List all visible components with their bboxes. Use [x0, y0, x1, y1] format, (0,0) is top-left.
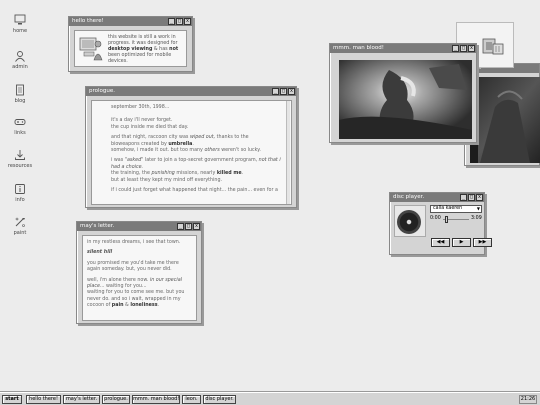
prologue-paragraph: if i could just forget what happened tha… — [111, 188, 278, 194]
info-icon — [15, 184, 25, 194]
prologue-window[interactable]: prologue. _ □ x september 30th, 1998... … — [85, 86, 297, 208]
letter-line: in my restless dreams, i see that town. — [87, 240, 181, 245]
prologue-titlebar[interactable]: prologue. _ □ x — [86, 87, 296, 96]
hello-content: this website is still a work in progress… — [74, 30, 187, 67]
desktop-icon-admin[interactable]: admin — [4, 50, 36, 70]
desktop-icon-label: blog — [14, 98, 26, 104]
hello-window[interactable]: hello there! _ □ x this website is still… — [68, 16, 193, 72]
seek-track[interactable] — [443, 216, 469, 223]
letter-titlebar[interactable]: may's letter. _ □ x — [77, 222, 201, 231]
prologue-paragraph: i was "asked" later to join a top-secret… — [111, 158, 281, 183]
person-icon — [15, 51, 25, 62]
desktop-icon-resources[interactable]: resources — [4, 149, 36, 169]
letter-window[interactable]: may's letter. _ □ x in my restless dream… — [76, 221, 202, 324]
prologue-date: september 30th, 1998... — [111, 105, 170, 110]
desktop-icon-blog[interactable]: blog — [4, 84, 36, 104]
desktop-icon-paint[interactable]: paint — [4, 216, 36, 236]
close-button[interactable]: x — [476, 194, 483, 201]
minimize-button[interactable]: _ — [177, 223, 184, 230]
window-title: disc player. — [393, 194, 425, 200]
blood-titlebar[interactable]: mmm. man blood! _ □ x — [330, 44, 476, 53]
taskbar-item-leon[interactable]: leon. — [182, 395, 201, 404]
computer-icon — [14, 14, 26, 25]
maximize-button[interactable]: □ — [280, 88, 287, 95]
disc-player-titlebar[interactable]: disc player. _ □ x — [390, 193, 484, 202]
desktop-icon-label: links — [14, 130, 26, 136]
next-button[interactable]: ▶▶ — [473, 238, 492, 247]
chevron-down-icon: ▼ — [476, 206, 480, 211]
disc-player-window[interactable]: disc player. _ □ x calla kaeren ▼ 0:00 3… — [389, 192, 492, 255]
prologue-paragraph: it's a day i'll never forget. the cup ins… — [111, 118, 189, 130]
blood-window[interactable]: mmm. man blood! _ □ x — [329, 43, 477, 143]
close-button[interactable]: x — [193, 223, 200, 230]
prev-button[interactable]: ◀◀ — [431, 238, 450, 247]
taskbar-item-prologue[interactable]: prologue. — [102, 395, 130, 404]
close-button[interactable]: x — [184, 18, 191, 25]
desktop-icon-label: info — [15, 197, 25, 203]
desktop-icon-label: paint — [13, 230, 27, 236]
close-button[interactable]: x — [288, 88, 295, 95]
window-title: hello there! — [72, 18, 104, 24]
start-button[interactable]: start — [2, 395, 22, 404]
minimize-button[interactable]: _ — [452, 45, 459, 52]
paint-icon — [15, 217, 25, 227]
minimize-button[interactable]: _ — [168, 18, 175, 25]
prologue-paragraph: and that night, raccoon city was wiped o… — [111, 135, 261, 154]
window-title: mmm. man blood! — [333, 45, 384, 51]
desktop-icon-links[interactable]: links — [4, 116, 36, 136]
maximize-button[interactable]: □ — [176, 18, 183, 25]
track-select[interactable]: calla kaeren ▼ — [430, 205, 482, 213]
seek-thumb[interactable] — [445, 216, 449, 223]
leon-photo-image — [470, 77, 540, 163]
taskbar-item-blood[interactable]: mmm. man blood! — [132, 395, 180, 404]
desktop-icon-label: resources — [7, 163, 33, 169]
taskbar: start hello there! may's letter. prologu… — [0, 392, 540, 405]
leon-photo — [470, 77, 540, 163]
trash-icon[interactable] — [479, 33, 509, 59]
computer-guy-icon — [79, 37, 103, 61]
blood-photo — [339, 60, 472, 139]
window-title: prologue. — [89, 88, 115, 94]
taskbar-item-hello[interactable]: hello there! — [26, 395, 61, 404]
prologue-scrollbar[interactable] — [286, 101, 290, 204]
hello-titlebar[interactable]: hello there! _ □ x — [69, 17, 192, 26]
letter-line: you promised me you'd take me there again… — [87, 260, 179, 273]
time-start: 0:00 — [430, 216, 441, 221]
desktop-icon-label: admin — [12, 64, 28, 70]
letter-line: well, i'm alone there now. in our specia… — [87, 277, 185, 309]
maximize-button[interactable]: □ — [468, 194, 475, 201]
gamepad-icon — [14, 119, 26, 125]
desktop-icon-label: home — [12, 28, 28, 34]
taskbar-item-letter[interactable]: may's letter. — [63, 395, 100, 404]
cd-disc-icon — [397, 210, 421, 234]
play-button[interactable]: ▶ — [452, 238, 471, 247]
close-button[interactable]: x — [468, 45, 475, 52]
desktop-icon-info[interactable]: info — [4, 183, 36, 203]
taskbar-clock: 21:26 — [519, 395, 537, 404]
minimize-button[interactable]: _ — [460, 194, 467, 201]
hello-message: this website is still a work in progress… — [108, 35, 179, 64]
prologue-content: september 30th, 1998... it's a day i'll … — [91, 100, 292, 205]
desktop-icon-home[interactable]: home — [4, 14, 36, 34]
track-name: calla kaeren — [433, 206, 463, 211]
letter-line: silent hill — [87, 250, 113, 256]
cd-cover — [394, 205, 426, 237]
maximize-button[interactable]: □ — [460, 45, 467, 52]
taskbar-item-disc-player[interactable]: disc player. — [203, 395, 236, 404]
notepad-icon — [16, 84, 24, 96]
letter-content: in my restless dreams, i see that town. … — [82, 235, 197, 321]
minimize-button[interactable]: _ — [272, 88, 279, 95]
time-end: 3:09 — [471, 216, 482, 221]
download-icon — [15, 150, 25, 160]
window-title: may's letter. — [80, 223, 115, 229]
blood-photo-image — [339, 60, 472, 139]
maximize-button[interactable]: □ — [185, 223, 192, 230]
